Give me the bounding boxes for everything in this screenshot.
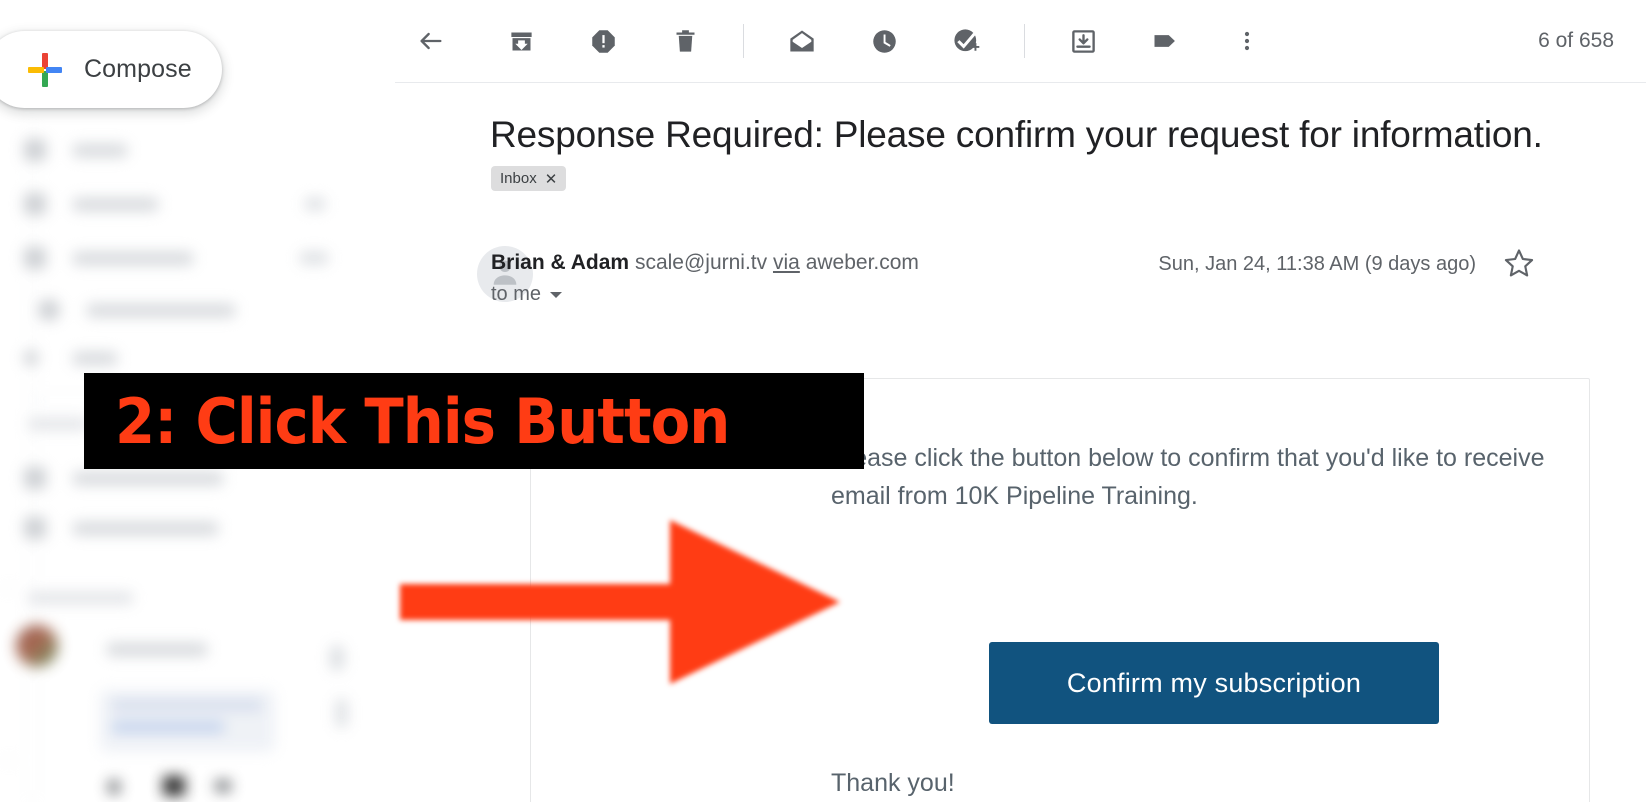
arrow-left-icon — [417, 27, 445, 55]
sidebar-item-inbox[interactable] — [0, 132, 127, 168]
snooze-button[interactable] — [860, 17, 908, 65]
message-toolbar: 6 of 658 — [395, 0, 1646, 83]
report-spam-button[interactable] — [579, 17, 627, 65]
toolbar-separator — [743, 24, 744, 58]
archive-button[interactable] — [497, 17, 545, 65]
star-icon — [24, 193, 46, 215]
clock-icon — [24, 247, 46, 269]
status-badge[interactable]: Inbox ✕ — [491, 166, 567, 191]
chat-window-title — [112, 700, 262, 710]
move-to-button[interactable] — [1059, 17, 1107, 65]
sender-name[interactable]: Brian & Adam — [491, 251, 629, 274]
check-circle-plus-icon — [952, 27, 981, 56]
plus-icon — [28, 52, 62, 87]
annotation-banner: 2: Click This Button — [84, 373, 864, 469]
labels-button[interactable] — [1141, 17, 1189, 65]
sender-domain: aweber.com — [805, 251, 919, 274]
recipient-label: to me — [491, 283, 542, 305]
label-chip-text: Inbox — [500, 170, 537, 187]
sidebar-separator — [0, 588, 18, 589]
sidebar-count — [300, 252, 328, 264]
sidebar-item-more[interactable] — [0, 340, 117, 376]
sidebar-item-label — [73, 471, 223, 485]
email-signoff: Thank you! Jurni Media LLC — [831, 764, 1013, 802]
email-paragraph: Please click the button below to confirm… — [831, 444, 1545, 510]
compose-button[interactable]: Compose — [0, 31, 222, 108]
label-icon — [24, 467, 46, 489]
label-icon — [24, 517, 46, 539]
sidebar-item-label — [73, 521, 218, 535]
label-tag-icon — [1151, 27, 1179, 55]
annotation-text: 2: Click This Button — [115, 384, 730, 458]
move-to-inbox-icon — [1070, 28, 1097, 55]
status-icon[interactable] — [215, 780, 231, 792]
more-options-button[interactable] — [1223, 17, 1271, 65]
compose-label: Compose — [84, 55, 192, 83]
chat-contact-name — [107, 643, 207, 656]
chat-status — [330, 645, 344, 671]
sidebar-separator — [0, 760, 18, 761]
toolbar-separator — [1024, 24, 1025, 58]
sidebar-item-label — [87, 303, 235, 317]
recipient-row[interactable]: to me — [491, 283, 563, 306]
sidebar-item-label — [73, 143, 127, 157]
sidebar-item-important[interactable] — [0, 292, 235, 328]
report-spam-icon — [590, 28, 617, 55]
sender-email: scale@jurni.tv — [634, 251, 768, 274]
sidebar-item-snoozed[interactable] — [0, 240, 193, 276]
trash-icon — [672, 28, 699, 55]
via-link[interactable]: via — [773, 251, 800, 274]
sidebar-section-header — [28, 418, 88, 430]
sidebar-item-label — [73, 197, 158, 211]
sidebar-item-label — [73, 251, 193, 265]
mail-open-icon — [788, 27, 816, 55]
phone-icon[interactable] — [108, 780, 120, 794]
clock-icon — [871, 28, 898, 55]
sidebar-item-label — [73, 351, 117, 365]
video-icon[interactable] — [163, 776, 185, 796]
chat-scroll — [336, 698, 347, 728]
add-to-tasks-button[interactable] — [942, 17, 990, 65]
sidebar-section-header-chat — [28, 592, 133, 604]
inbox-icon — [24, 139, 46, 161]
star-button[interactable] — [1500, 246, 1538, 284]
back-to-inbox-button[interactable] — [407, 17, 455, 65]
close-icon[interactable]: ✕ — [545, 170, 558, 188]
message-count: 6 of 658 — [1538, 29, 1614, 52]
delete-button[interactable] — [661, 17, 709, 65]
sidebar-item-starred[interactable] — [0, 186, 158, 222]
sidebar-item-labeled-2[interactable] — [0, 510, 218, 546]
confirm-subscription-button[interactable]: Confirm my subscription — [989, 642, 1439, 724]
message-timestamp: Sun, Jan 24, 11:38 AM (9 days ago) — [1158, 253, 1476, 275]
more-vertical-icon — [1235, 29, 1259, 53]
mark-unread-button[interactable] — [778, 17, 826, 65]
sender-line: Brian & Adam scale@jurni.tv via aweber.c… — [491, 251, 919, 275]
chat-window-line — [112, 722, 224, 732]
chevron-down-icon[interactable] — [550, 291, 563, 298]
page-title: Response Required: Please confirm your r… — [490, 114, 1543, 155]
avatar[interactable] — [16, 625, 58, 667]
star-outline-icon — [1503, 247, 1535, 284]
signoff-line-1: Thank you! — [831, 769, 955, 797]
chevron-down-icon — [24, 351, 38, 365]
label-icon — [38, 299, 60, 321]
archive-icon — [508, 28, 535, 55]
sidebar-count — [305, 198, 325, 210]
